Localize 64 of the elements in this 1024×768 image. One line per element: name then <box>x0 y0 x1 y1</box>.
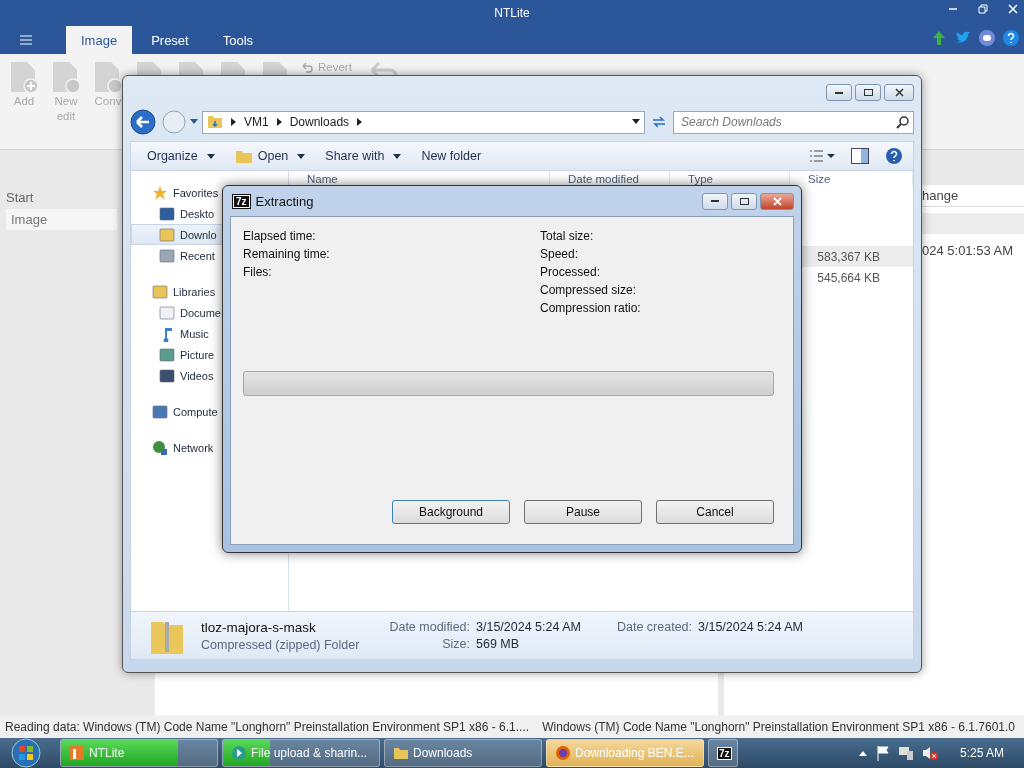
detail-value: 3/15/2024 5:24 AM <box>698 620 804 634</box>
stat-label: Processed: <box>540 265 602 279</box>
tab[interactable]: Image <box>66 26 133 54</box>
dialog-button[interactable]: Cancel <box>656 500 774 524</box>
window-title: NTLite <box>494 6 530 20</box>
toolbar-button[interactable]: Organize <box>147 149 223 163</box>
tab[interactable]: Preset <box>136 26 204 54</box>
nav-label: Docume <box>180 306 221 319</box>
taskbar-label: File upload & sharin... <box>251 746 368 760</box>
dialog-button[interactable]: Pause <box>524 500 642 524</box>
nav-label: Picture <box>180 348 215 361</box>
taskbar-button[interactable]: Downloads <box>384 739 542 767</box>
tab[interactable]: Tools <box>207 26 269 54</box>
nav-label: Deskto <box>180 207 215 220</box>
panel-item[interactable]: Image <box>6 209 117 230</box>
nav-item[interactable]: Music <box>131 323 288 344</box>
breadcrumb[interactable]: VM1 <box>244 115 269 129</box>
stat-label: Compressed size: <box>540 283 638 297</box>
clock[interactable]: 5:25 AM <box>959 746 1004 760</box>
app-logo-icon: 7z <box>717 746 732 760</box>
nav-item[interactable]: Network <box>131 437 288 458</box>
detail-value: 569 MB <box>476 637 521 651</box>
breadcrumb[interactable]: Downloads <box>289 115 350 129</box>
detail-value: 3/15/2024 5:24 AM <box>476 620 582 634</box>
stat-label: Speed: <box>540 247 580 261</box>
taskbar-button[interactable]: 7z <box>708 739 738 767</box>
taskbar-label: Downloading BEN.E... <box>575 746 694 760</box>
detail-label: Size: <box>441 637 470 651</box>
nav-item[interactable]: Videos <box>131 365 288 386</box>
panel-heading: Start <box>6 190 35 207</box>
detail-label: Date modified: <box>389 620 470 634</box>
nav-label: Network <box>173 441 214 454</box>
dialog-title: Extracting <box>255 193 314 209</box>
nav-item[interactable]: Docume <box>131 302 288 323</box>
nav-label: Music <box>180 327 209 340</box>
dialog-button[interactable]: Background <box>392 500 510 524</box>
taskbar-label: NTLite <box>89 746 125 760</box>
nav-label: Downlo <box>180 228 217 241</box>
status-text: Reading data: Windows (TM) Code Name "Longhorn" Preinstallation Environment SP1 x86 - 6.1.... <box>5 719 530 734</box>
toolbar-button[interactable]: New folder <box>421 149 490 163</box>
file-name: tloz-majora-s-mask <box>201 619 317 635</box>
detail-label: Date created: <box>616 620 692 634</box>
nav-item[interactable]: Picture <box>131 344 288 365</box>
nav-label: Libraries <box>173 285 216 298</box>
file-type: Compressed (zipped) Folder <box>201 637 360 652</box>
stat-label: Files: <box>243 265 273 279</box>
table-cell-text: 583,367 KB <box>816 249 880 264</box>
search-field[interactable]: Search Downloads <box>673 110 914 134</box>
nav-item[interactable]: Libraries <box>131 281 288 302</box>
app-logo-icon: 7z <box>233 194 250 208</box>
nav-item[interactable]: Compute <box>131 401 288 422</box>
taskbar-label: Downloads <box>413 746 473 760</box>
stat-label: Total size: <box>540 229 595 243</box>
address-bar[interactable]: VM1 Downloads <box>202 110 645 134</box>
taskbar-button[interactable]: File upload & sharin... <box>222 739 380 767</box>
nav-label: Favorites <box>173 186 219 199</box>
nav-label: Videos <box>180 369 214 382</box>
stat-label: Remaining time: <box>243 247 331 261</box>
nav-label: Recent <box>180 249 215 262</box>
stat-label: Compression ratio: <box>540 301 642 315</box>
toolbar-button[interactable]: Share with <box>325 149 410 163</box>
toolbar-button[interactable]: Open <box>234 148 314 164</box>
nav-label: Compute <box>173 405 218 418</box>
status-text: Windows (TM) Code Name "Longhorn" Preinstallation Environment SP1 x86 - 6.1.7601.0 <box>542 719 1015 734</box>
